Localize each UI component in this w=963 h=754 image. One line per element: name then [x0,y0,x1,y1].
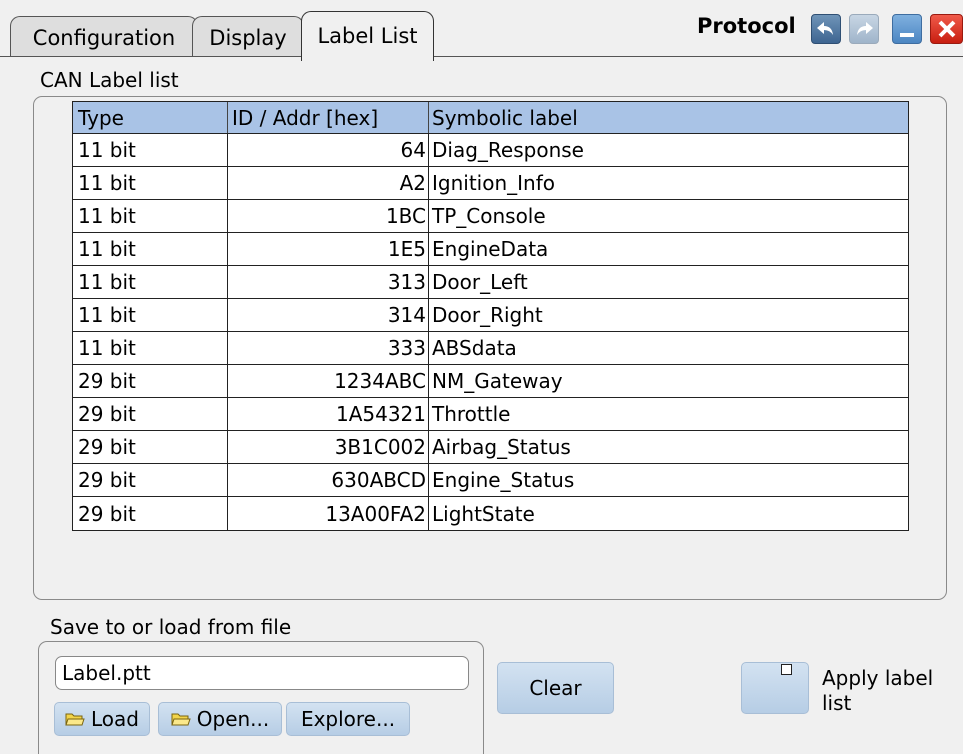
id-cell[interactable]: 1A54321 [228,398,429,430]
column-header-type[interactable]: Type [73,102,228,133]
id-cell[interactable]: 3B1C002 [228,431,429,463]
filename-input[interactable] [55,656,469,690]
id-cell[interactable]: 313 [228,266,429,298]
table-row[interactable]: 29 bit 13A00FA2 LightState [73,497,908,530]
type-cell[interactable]: 11 bit [73,233,228,265]
type-cell[interactable]: 29 bit [73,365,228,397]
type-cell[interactable]: 11 bit [73,167,228,199]
open-button[interactable]: Open... [158,702,282,736]
tab-display[interactable]: Display [192,16,304,57]
symbolic-label-cell[interactable]: NM_Gateway [429,365,908,397]
type-cell[interactable]: 11 bit [73,134,228,166]
redo-button[interactable] [849,14,879,44]
table-row[interactable]: 11 bit A2 Ignition_Info [73,167,908,200]
folder-icon [171,713,191,726]
load-button[interactable]: Load [54,702,150,736]
symbolic-label-cell[interactable]: Door_Right [429,299,908,331]
minimize-button[interactable] [892,14,922,44]
apply-label-list-label: Apply label list [822,666,934,715]
explore-button[interactable]: Explore... [286,702,410,736]
close-button[interactable] [930,14,963,44]
symbolic-label-cell[interactable]: EngineData [429,233,908,265]
undo-button[interactable] [811,14,841,44]
type-cell[interactable]: 29 bit [73,497,228,530]
symbolic-label-cell[interactable]: Diag_Response [429,134,908,166]
label-list-group-label: CAN Label list [40,68,179,92]
file-group-label: Save to or load from file [50,615,292,639]
tab-divider [0,56,963,57]
table-header-row: Type ID / Addr [hex] Symbolic label [73,102,908,134]
id-cell[interactable]: 13A00FA2 [228,497,429,530]
tab-label-list[interactable]: Label List [301,11,434,61]
id-cell[interactable]: 64 [228,134,429,166]
symbolic-label-cell[interactable]: Door_Left [429,266,908,298]
type-cell[interactable]: 29 bit [73,398,228,430]
table-row[interactable]: 29 bit 1A54321 Throttle [73,398,908,431]
table-row[interactable]: 11 bit 1BC TP_Console [73,200,908,233]
table-row[interactable]: 11 bit 333 ABSdata [73,332,908,365]
label-table[interactable]: Type ID / Addr [hex] Symbolic label 11 b… [72,101,909,531]
explore-label: Explore... [300,707,396,731]
tab-configuration[interactable]: Configuration [10,16,198,57]
column-header-id[interactable]: ID / Addr [hex] [228,102,429,133]
dialog-title: Protocol [697,14,796,38]
id-cell[interactable]: 314 [228,299,429,331]
id-cell[interactable]: 630ABCD [228,464,429,496]
apply-label-list-button[interactable] [741,662,809,714]
clear-label: Clear [529,676,582,700]
type-cell[interactable]: 11 bit [73,299,228,331]
folder-icon [65,713,85,726]
load-label: Load [91,707,139,731]
symbolic-label-cell[interactable]: TP_Console [429,200,908,232]
table-row[interactable]: 11 bit 64 Diag_Response [73,134,908,167]
id-cell[interactable]: 1234ABC [228,365,429,397]
table-row[interactable]: 11 bit 314 Door_Right [73,299,908,332]
undo-icon [817,22,833,35]
type-cell[interactable]: 11 bit [73,332,228,364]
id-cell[interactable]: A2 [228,167,429,199]
column-header-symbolic-label[interactable]: Symbolic label [429,102,908,133]
symbolic-label-cell[interactable]: LightState [429,497,908,530]
close-icon [938,20,955,38]
table-row[interactable]: 11 bit 313 Door_Left [73,266,908,299]
type-cell[interactable]: 11 bit [73,200,228,232]
symbolic-label-cell[interactable]: Engine_Status [429,464,908,496]
table-row[interactable]: 29 bit 630ABCD Engine_Status [73,464,908,497]
type-cell[interactable]: 29 bit [73,464,228,496]
table-row[interactable]: 29 bit 3B1C002 Airbag_Status [73,431,908,464]
clear-button[interactable]: Clear [497,662,614,714]
symbolic-label-cell[interactable]: ABSdata [429,332,908,364]
id-cell[interactable]: 1E5 [228,233,429,265]
table-row[interactable]: 11 bit 1E5 EngineData [73,233,908,266]
redo-icon [857,22,873,35]
id-cell[interactable]: 1BC [228,200,429,232]
symbolic-label-cell[interactable]: Airbag_Status [429,431,908,463]
table-row[interactable]: 29 bit 1234ABC NM_Gateway [73,365,908,398]
tab-bar: Configuration Display Label List Protoco… [0,0,963,61]
apply-label-list-checkbox[interactable] [781,664,792,675]
symbolic-label-cell[interactable]: Throttle [429,398,908,430]
open-label: Open... [196,707,270,731]
symbolic-label-cell[interactable]: Ignition_Info [429,167,908,199]
type-cell[interactable]: 29 bit [73,431,228,463]
id-cell[interactable]: 333 [228,332,429,364]
minimize-icon [900,33,914,37]
type-cell[interactable]: 11 bit [73,266,228,298]
